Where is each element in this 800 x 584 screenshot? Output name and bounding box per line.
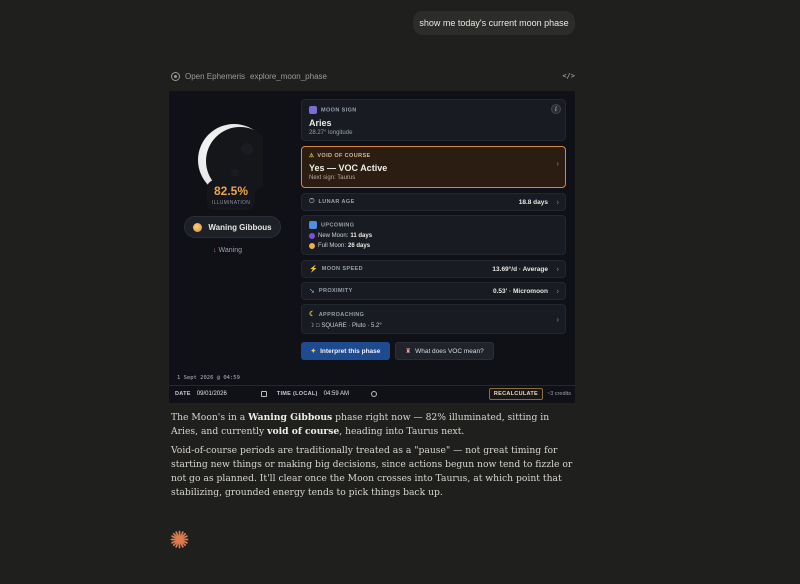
new-moon-value: 11 days: [350, 233, 373, 239]
chevron-right-icon: ›: [556, 197, 559, 207]
assistant-reply-paragraph-1: The Moon's in a Waning Gibbous phase rig…: [171, 412, 550, 437]
credits-cost: ~3 credits: [547, 390, 571, 397]
moon-sign-card[interactable]: MOON SIGN Aries 28.27° longitude i: [301, 99, 566, 141]
aries-icon: [309, 106, 317, 114]
upcoming-label: UPCOMING: [321, 222, 355, 229]
phase-name: Waning Gibbous: [208, 222, 272, 232]
ephemeris-logo-icon: [171, 71, 180, 81]
illumination-value: 82.5%: [213, 184, 249, 198]
lantern-icon: ♜: [405, 348, 412, 355]
voc-value: Yes — VOC Active: [309, 163, 388, 173]
chevron-right-icon: ›: [556, 286, 559, 296]
full-moon-label: Full Moon:: [318, 243, 347, 249]
approaching-card[interactable]: ☾ APPROACHING ☽ □ SQUARE · Pluto · 5.2° ›: [301, 304, 566, 334]
illumination-label: ILLUMINATION: [211, 200, 251, 206]
interpret-button-label: Interpret this phase: [320, 347, 381, 355]
chevron-right-icon: ›: [556, 159, 559, 168]
moon-sign-longitude: 28.27° longitude: [309, 130, 353, 136]
date-label: DATE: [175, 390, 191, 397]
voc-button-label: What does VOC mean?: [415, 347, 484, 355]
approaching-label: APPROACHING: [318, 312, 365, 318]
moon-sign-label: MOON SIGN: [321, 107, 357, 114]
moon-speed-value: 13.69°/d · Average: [492, 265, 548, 273]
waning-label: Waning: [218, 247, 242, 254]
voc-label: VOID OF COURSE: [317, 153, 371, 159]
date-input[interactable]: 09/01/2026: [197, 391, 227, 397]
time-label: TIME (LOCAL): [276, 390, 318, 397]
full-moon-value: 26 days: [348, 243, 371, 249]
recalculate-controls: DATE 09/01/2026 TIME (LOCAL) 04:59 AM RE…: [175, 387, 571, 400]
approaching-value: ☽ □ SQUARE · Pluto · 5.2°: [309, 323, 382, 329]
tool-call-header[interactable]: Open Ephemeris explore_moon_phase </>: [171, 70, 575, 82]
proximity-value: 0.53' · Micromoon: [493, 287, 548, 295]
calendar-icon: [309, 221, 317, 229]
interpret-phase-button[interactable]: ✦ Interpret this phase: [301, 342, 390, 360]
moon-phase-widget: 82.5% ILLUMINATION Waning Gibbous ↓ Wanin…: [169, 91, 575, 403]
voc-meaning-button[interactable]: ♜ What does VOC mean?: [395, 342, 494, 360]
tool-function-name: explore_moon_phase: [250, 71, 327, 81]
void-of-course-card[interactable]: ⚠ VOID OF COURSE Yes — VOC Active Next si…: [301, 146, 566, 188]
clock-icon: 🕐︎: [309, 198, 315, 205]
telescope-icon: ➘: [309, 288, 315, 295]
voc-emphasis: void of course: [267, 426, 340, 437]
lunar-age-value: 18.8 days: [518, 198, 548, 206]
phase-emphasis: Waning Gibbous: [248, 412, 333, 423]
date-stamp: 1 Sept 2026 @ 04:59: [177, 375, 240, 381]
lightning-icon: ⚡: [309, 266, 318, 273]
recalculate-button[interactable]: RECALCULATE: [488, 387, 543, 400]
waning-indicator: ↓ Waning: [213, 247, 242, 254]
upcoming-card: UPCOMING New Moon: 11 days Full Moon: 26 d…: [301, 215, 566, 255]
voc-next-sign: Next sign: Taurus: [309, 175, 356, 181]
chevron-right-icon: ›: [556, 264, 559, 274]
warning-icon: ⚠: [309, 153, 315, 159]
code-icon[interactable]: </>: [562, 72, 575, 80]
assistant-reply-paragraph-2: Void-of-course periods are traditionally…: [171, 445, 573, 498]
chevron-right-icon: ›: [556, 315, 559, 324]
moon-speed-row[interactable]: ⚡ MOON SPEED 13.69°/d · Average ›: [301, 260, 566, 278]
moon-sign-value: Aries: [309, 118, 332, 128]
new-moon-label: New Moon:: [318, 233, 349, 239]
lunar-age-label: LUNAR AGE: [318, 199, 355, 205]
clock-picker-icon[interactable]: [371, 390, 378, 397]
calendar-picker-icon[interactable]: [260, 390, 267, 397]
down-arrow-icon: ↓: [213, 247, 217, 254]
phase-dot-icon: [193, 222, 203, 232]
proximity-label: PROXIMITY: [318, 288, 353, 294]
time-input[interactable]: 04:59 AM: [324, 391, 349, 397]
proximity-row[interactable]: ➘ PROXIMITY 0.53' · Micromoon ›: [301, 282, 566, 300]
user-message: show me today's current moon phase: [413, 11, 575, 35]
assistant-spark-icon: [170, 530, 189, 549]
divider: [169, 385, 575, 386]
moon-speed-label: MOON SPEED: [321, 266, 364, 272]
lunar-age-row[interactable]: 🕐︎ LUNAR AGE 18.8 days ›: [301, 193, 566, 211]
crescent-icon: ☾: [309, 311, 316, 318]
info-icon[interactable]: i: [551, 104, 561, 114]
phase-name-pill: Waning Gibbous: [184, 216, 281, 238]
full-moon-icon: [309, 243, 315, 249]
tool-server-name: Open Ephemeris: [185, 71, 246, 81]
illumination-readout: 82.5% ILLUMINATION: [207, 180, 255, 210]
new-moon-icon: [309, 233, 315, 239]
sparkle-icon: ✦: [310, 348, 317, 355]
